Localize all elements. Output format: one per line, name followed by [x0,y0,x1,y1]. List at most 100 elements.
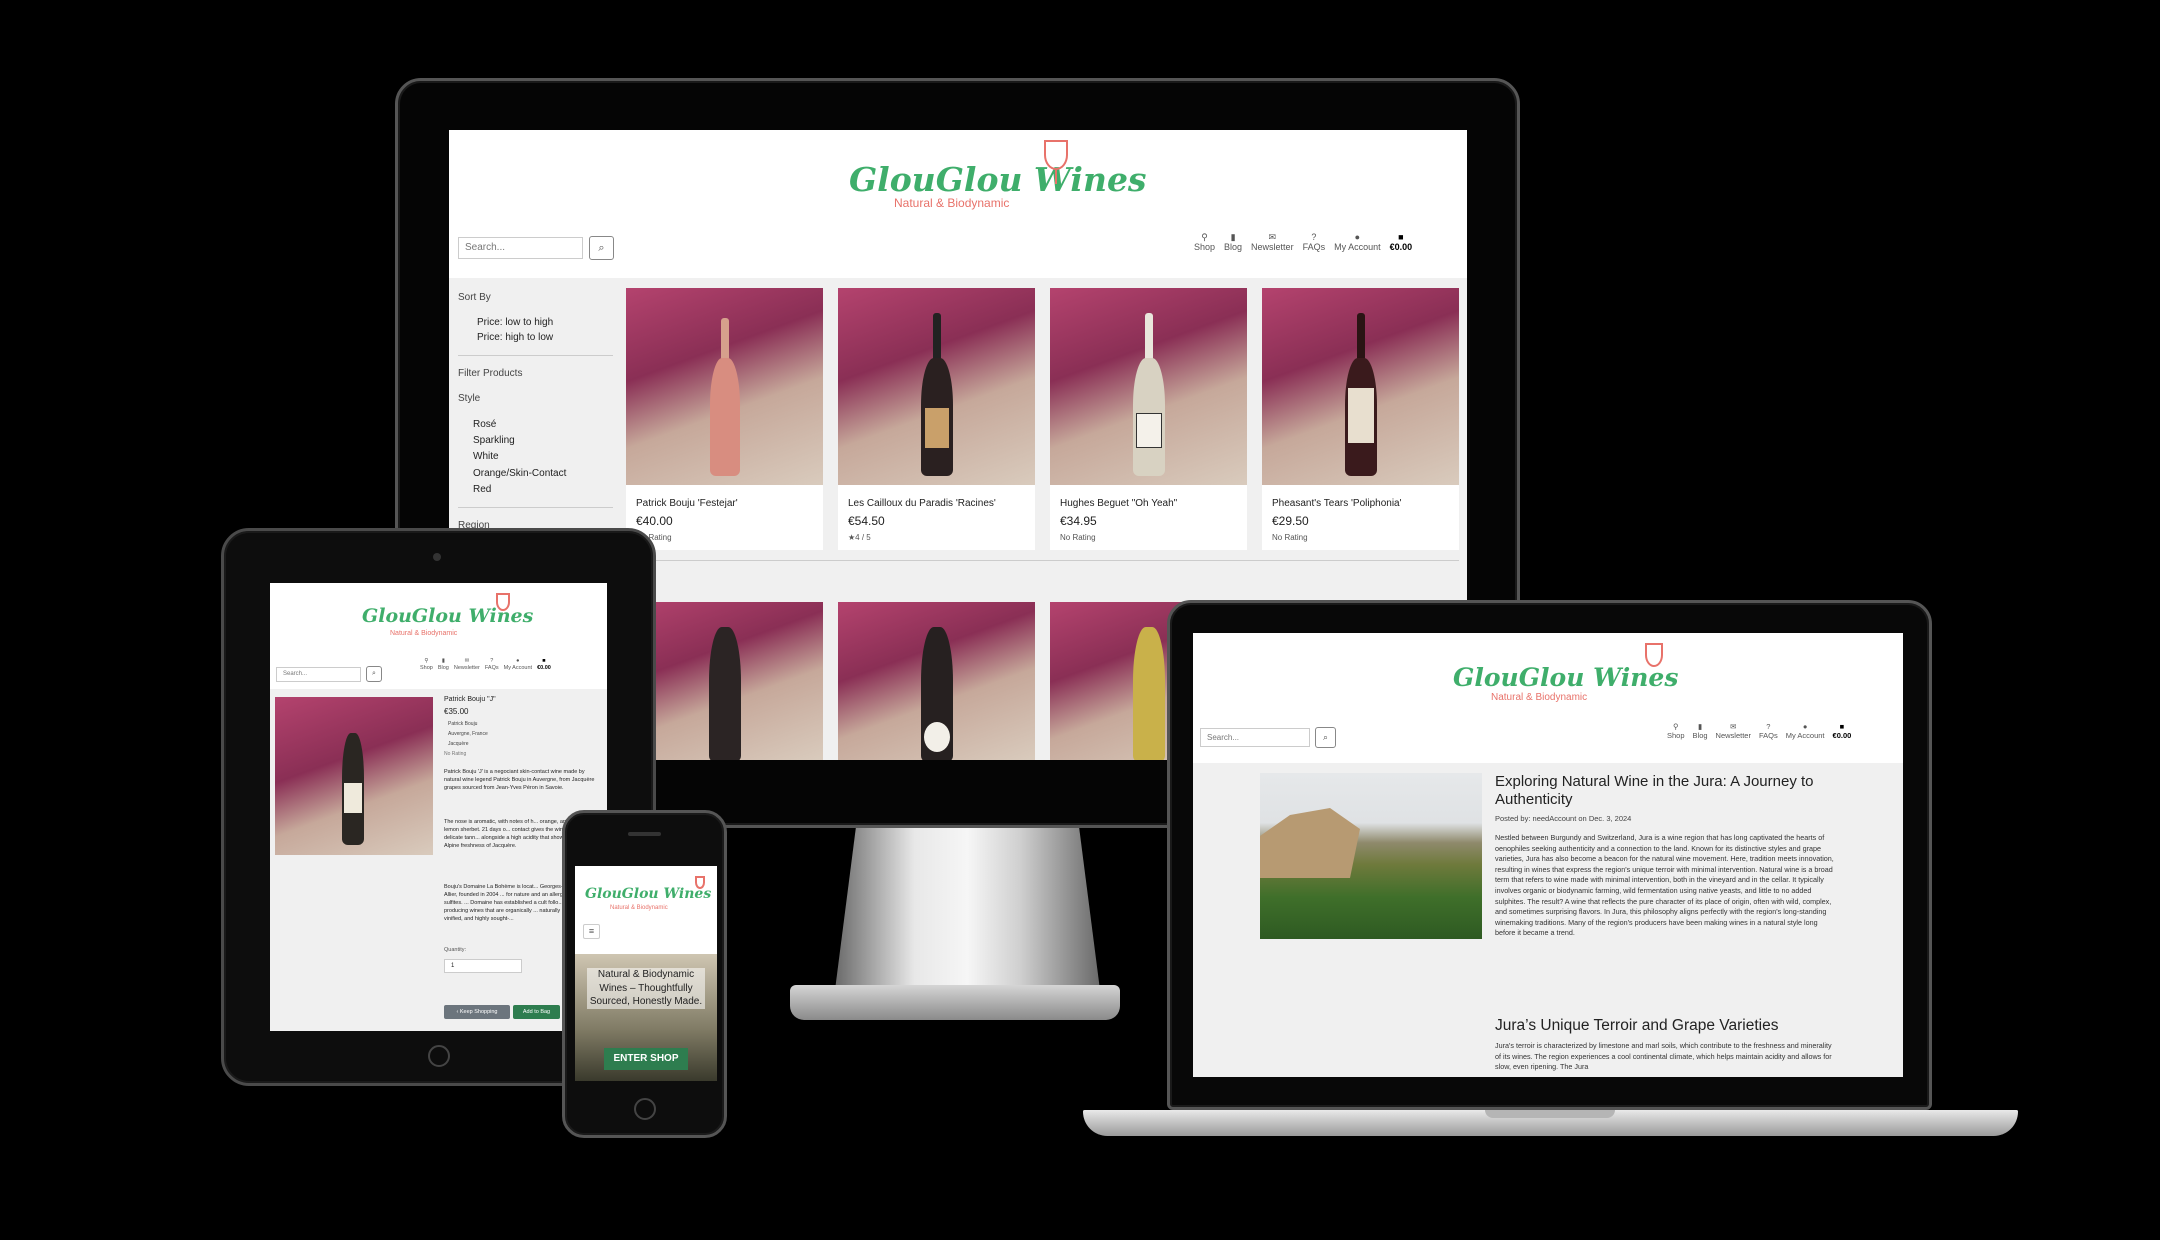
product-card[interactable]: Les Cailloux du Paradis 'Racines' €54.50… [838,288,1035,550]
shopping-bag-icon: ■ [1398,232,1404,242]
filter-sparkling[interactable]: Sparkling [473,435,515,446]
sort-low-high[interactable]: Price: low to high [477,317,553,328]
nav-faqs[interactable]: ? FAQs [485,658,499,670]
main-nav: ⚲ Shop ▮ Blog ✉ Newsletter ? FAQs ● My Accoun… [420,658,551,670]
detail-description-2: The nose is aromatic, with notes of h...… [444,819,574,849]
search-button[interactable]: ⌕ [366,666,382,682]
envelope-icon: ✉ [1730,722,1737,731]
sidebar-divider [458,355,613,356]
brand-logo[interactable]: GlouGlou Wines [1453,663,1678,692]
product-rating: No Rating [1272,533,1308,542]
nav-shop[interactable]: ⚲ Shop [1667,723,1685,740]
sort-by-title: Sort By [458,292,491,303]
bottle [710,358,740,476]
filter-orange[interactable]: Orange/Skin-Contact [473,468,566,479]
detail-description-1: Patrick Bouju 'J' is a negociant skin-co… [444,769,595,791]
search-input[interactable]: Search... [458,237,583,259]
blog-title: Exploring Natural Wine in the Jura: A Jo… [1495,773,1814,808]
search-icon: ⌕ [598,241,605,254]
tablet-camera [433,553,441,561]
nav-shop[interactable]: ⚲ Shop [1194,233,1215,253]
blog-meta: Posted by: needAccount on Dec. 3, 2024 [1495,814,1632,823]
bottle-label [1136,413,1162,448]
nav-blog[interactable]: ▮ Blog [1224,232,1242,253]
detail-name: Patrick Bouju "J" [444,696,496,703]
sidebar-divider-2 [458,507,613,508]
laptop-notch [1485,1110,1615,1118]
nav-blog[interactable]: ▮ Blog [1693,723,1708,740]
bottle-label [344,783,362,813]
search-icon: ⌕ [372,670,376,677]
monitor-stand-base [790,985,1120,1020]
detail-producer: Patrick Bouju [448,721,478,727]
blog-body: Nestled between Burgundy and Switzerland… [1495,833,1834,938]
bottle-label [925,408,949,448]
detail-rating: No Rating [444,751,467,757]
phone-home-button[interactable] [634,1098,656,1120]
search-input[interactable]: Search... [1200,728,1310,747]
product-card[interactable]: Pheasant's Tears 'Poliphonia' €29.50 No … [1262,288,1459,550]
product-card[interactable] [838,602,1035,760]
product-price: €40.00 [636,514,673,528]
nav-shop[interactable]: ⚲ Shop [420,658,433,670]
filter-red[interactable]: Red [473,484,491,495]
enter-shop-button[interactable]: ENTER SHOP [604,1048,688,1070]
nav-bag[interactable]: ■ €0.00 [537,658,551,670]
wine-glass-icon [496,593,510,611]
keep-shopping-button[interactable]: ‹ Keep Shopping [444,1005,510,1019]
question-icon: ? [1311,232,1317,242]
style-title: Style [458,393,481,404]
phone-speaker [628,832,661,836]
menu-toggle-button[interactable]: ≡ [583,924,600,939]
product-name: Pheasant's Tears 'Poliphonia' [1272,498,1402,509]
hamburger-icon: ≡ [588,926,595,936]
nav-faqs[interactable]: ? FAQs [1759,723,1778,740]
question-icon: ? [1766,722,1771,731]
nav-blog[interactable]: ▮ Blog [438,658,449,670]
search-button[interactable]: ⌕ [589,236,614,260]
product-card[interactable]: Hughes Beguet "Oh Yeah" €34.95 No Rating [1050,288,1247,550]
nav-newsletter[interactable]: ✉ Newsletter [1251,232,1294,253]
detail-price: €35.00 [444,707,469,716]
laptop-screen: GlouGlou Wines Natural & Biodynamic Sear… [1193,633,1903,1077]
bottle-label [924,722,950,752]
filter-white[interactable]: White [473,451,499,462]
user-icon: ● [1802,722,1808,731]
brand-logo[interactable]: GlouGlou Wines [849,160,1147,199]
book-icon: ▮ [1230,232,1236,242]
search-input[interactable]: Search... [276,667,361,682]
hero-text: Natural & Biodynamic Wines – Thoughtfull… [587,968,705,1009]
product-rating: ★4 / 5 [848,533,871,542]
bottle [1133,627,1165,760]
tablet-home-button[interactable] [428,1045,450,1067]
monitor-stand-neck [835,825,1100,990]
brand-tagline: Natural & Biodynamic [390,630,458,637]
product-price: €54.50 [848,514,885,528]
sort-high-low[interactable]: Price: high to low [477,332,553,343]
nav-my-account[interactable]: ● My Account [1334,232,1381,253]
nav-faqs[interactable]: ? FAQs [1303,232,1326,253]
product-name: Les Cailloux du Paradis 'Racines' [848,498,996,509]
filter-rose[interactable]: Rosé [473,419,496,430]
wine-glass-stem [1055,170,1057,184]
nav-my-account[interactable]: ● My Account [504,658,532,670]
add-to-bag-button[interactable]: Add to Bag [513,1005,560,1019]
user-icon: ● [1354,232,1361,242]
main-nav: ⚲ Shop ▮ Blog ✉ Newsletter ? FAQs ● My Accoun… [1667,723,1851,740]
nav-newsletter[interactable]: ✉ Newsletter [1716,723,1751,740]
wine-glass-icon [1645,643,1663,667]
search-icon: ⌕ [1322,732,1329,742]
tablet-screen: GlouGlou Wines Natural & Biodynamic Sear… [270,583,607,1031]
envelope-icon: ✉ [1268,232,1277,242]
nav-bag[interactable]: ■ €0.00 [1390,232,1413,253]
brand-logo[interactable]: GlouGlou Wines [585,886,711,902]
nav-bag[interactable]: ■ €0.00 [1833,723,1852,740]
quantity-input[interactable]: 1 [444,959,522,973]
blog-heading-2: Jura’s Unique Terroir and Grape Varietie… [1495,1017,1779,1034]
brand-tagline: Natural & Biodynamic [1491,692,1588,703]
product-name: Hughes Beguet "Oh Yeah" [1060,498,1178,509]
nav-newsletter[interactable]: ✉ Newsletter [454,658,480,670]
nav-my-account[interactable]: ● My Account [1786,723,1825,740]
search-button[interactable]: ⌕ [1315,727,1336,748]
product-card[interactable]: Patrick Bouju 'Festejar' €40.00 No Ratin… [626,288,823,550]
